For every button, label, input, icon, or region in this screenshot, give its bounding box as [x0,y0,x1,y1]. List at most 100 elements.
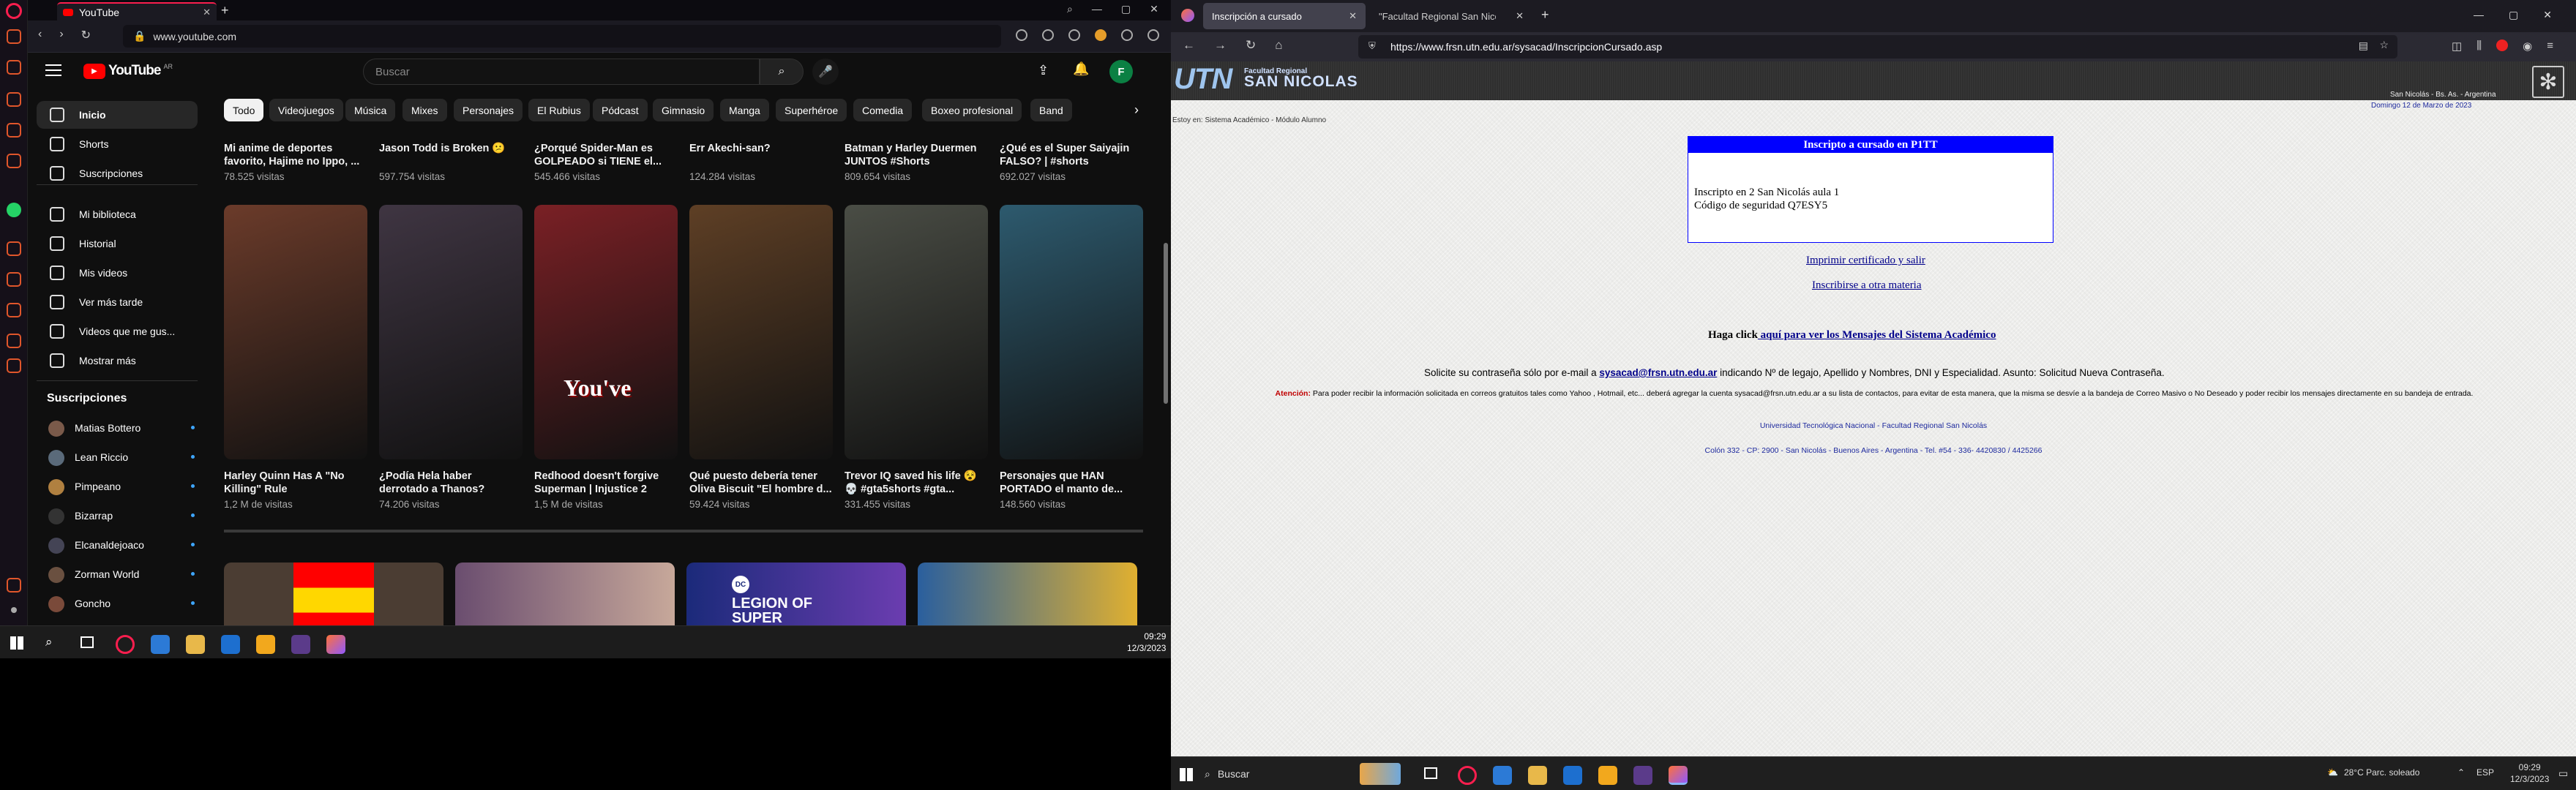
short-thumbnail[interactable] [1000,205,1143,459]
search-input[interactable]: Buscar [363,59,760,85]
sidebar-item[interactable]: Suscripciones [37,159,198,187]
video-title[interactable]: Jason Todd is Broken 😕 [379,142,523,168]
widgets-icon[interactable] [1360,763,1401,785]
whatsapp-icon[interactable] [7,203,21,217]
windows-start-icon[interactable] [10,636,23,650]
reload-icon[interactable]: ↻ [81,28,91,42]
video-title[interactable]: Personajes que HAN PORTADO el manto de..… [1000,470,1143,496]
short-card[interactable]: Trevor IQ saved his life 😵 💀 #gta5shorts… [845,205,988,510]
more-icon[interactable] [11,607,17,613]
video-title[interactable]: ¿Podía Hela haber derrotado a Thanos? [379,470,523,496]
sidebar-item[interactable]: Videos que me gus... [37,317,198,345]
clock[interactable]: 09:29 12/3/2023 [2510,761,2549,785]
taskbar-search[interactable]: ⌕ Buscar [1205,764,1351,784]
visual-studio-icon[interactable] [291,635,310,654]
extension-icon[interactable] [1095,29,1107,41]
enroll-other-link[interactable]: Inscribirse a otra materia [1812,279,1922,292]
subscription-item[interactable]: Zorman World [37,560,198,588]
subscription-item[interactable]: Elcanaldejoaco [37,531,198,559]
player-icon[interactable] [7,241,21,256]
video-title[interactable]: Qué puesto debería tener Oliva Biscuit "… [689,470,833,496]
short-card[interactable]: You've Redhood doesn't forgive Superman |… [534,205,678,510]
firefox-view-icon[interactable] [1181,9,1194,22]
short-card[interactable]: Batman y Harley Duermen JUNTOS #Shorts 80… [845,142,988,182]
address-bar[interactable]: ⛨ https://www.frsn.utn.edu.ar/sysacad/In… [1358,35,2397,59]
minimize-icon[interactable]: — [2474,9,2484,21]
filter-chip[interactable]: Pódcast [593,99,648,121]
extensions-icon[interactable] [7,334,21,348]
windows-start-icon[interactable] [1180,768,1193,781]
filter-chip[interactable]: Todo [224,99,264,121]
close-tab-icon[interactable]: ✕ [1516,10,1524,22]
tray-overflow-icon[interactable]: ⌃ [2457,767,2465,778]
store-icon[interactable] [256,635,275,654]
mail-icon[interactable] [221,635,240,654]
sidebar-item[interactable]: Inicio [37,101,198,129]
utn-logo[interactable]: UTN [1174,63,1232,96]
twitch-icon[interactable] [7,60,21,75]
voice-search-button[interactable]: 🎤 [812,59,839,85]
sidebar-item[interactable]: Mostrar más [37,347,198,375]
video-title[interactable]: Err Akechi-san? [689,142,833,168]
input-language[interactable]: ESP [2476,767,2494,778]
filter-chip[interactable]: Superhéroe [776,99,847,121]
twitter-icon[interactable] [7,154,21,168]
short-thumbnail[interactable] [379,205,523,459]
short-card[interactable]: Err Akechi-san? 124.284 visitas [689,142,833,182]
maximize-icon[interactable]: ▢ [1121,3,1131,15]
task-view-icon[interactable] [80,636,94,648]
video-title[interactable]: Mi anime de deportes favorito, Hajime no… [224,142,367,168]
filter-chip[interactable]: Mixes [402,99,447,121]
search-icon[interactable]: ⌕ [45,635,53,650]
filter-chip[interactable]: Manga [720,99,769,121]
hamburger-menu-icon[interactable] [45,64,61,76]
short-thumbnail[interactable] [689,205,833,459]
close-tab-icon[interactable]: ✕ [1349,10,1357,22]
wallet-icon[interactable] [1042,29,1054,41]
close-window-icon[interactable]: ✕ [2543,9,2552,21]
tab-inscripcion[interactable]: Inscripción a cursado ✕ [1203,3,1366,29]
scrollbar[interactable] [1164,243,1168,404]
short-thumbnail[interactable] [845,205,988,459]
filter-chip[interactable]: Boxeo profesional [922,99,1022,121]
short-card[interactable]: Personajes que HAN PORTADO el manto de..… [1000,205,1143,510]
settings-icon[interactable] [7,358,21,373]
sidebar-item[interactable]: Mi biblioteca [37,200,198,228]
maximize-icon[interactable]: ▢ [2509,9,2518,21]
file-explorer-icon[interactable] [1528,766,1547,785]
subscription-item[interactable]: Bizarrap [37,502,198,530]
short-card[interactable]: ¿Porqué Spider-Man es GOLPEADO si TIENE … [534,142,678,182]
video-title[interactable]: Redhood doesn't forgive Superman | Injus… [534,470,678,496]
visual-studio-icon[interactable] [1633,766,1652,785]
video-title[interactable]: Batman y Harley Duermen JUNTOS #Shorts [845,142,988,168]
avatar[interactable]: F [1109,60,1133,83]
address-bar[interactable]: 🔒 www.youtube.com [123,25,1001,48]
video-title[interactable]: ¿Porqué Spider-Man es GOLPEADO si TIENE … [534,142,678,168]
filter-chip[interactable]: Videojuegos [269,99,343,121]
tab-facultad[interactable]: "Facultad Regional San Nicolás - Ur ✕ [1370,3,1532,29]
video-title[interactable]: Trevor IQ saved his life 😵 💀 #gta5shorts… [845,470,988,496]
short-card[interactable]: Qué puesto debería tener Oliva Biscuit "… [689,205,833,510]
reader-view-icon[interactable]: ▤ [2359,40,2368,52]
heart-icon[interactable] [1121,29,1133,41]
filter-chip[interactable]: Música [345,99,396,121]
opera-logo-icon[interactable] [6,3,22,19]
video-title[interactable]: ¿Qué es el Super Saiyajin FALSO? | #shor… [1000,142,1143,168]
store-icon[interactable] [1598,766,1617,785]
subscription-item[interactable]: Matias Bottero [37,414,198,442]
opera-gx-taskbar-icon[interactable] [1458,766,1477,785]
firefox-taskbar-icon[interactable] [1669,766,1688,785]
search-tabs-icon[interactable]: ⌕ [1067,3,1073,15]
filter-chip[interactable]: Band [1030,99,1072,121]
notifications-icon[interactable]: 🔔 [1073,61,1089,77]
vscode-icon[interactable] [1493,766,1512,785]
clock[interactable]: 09:29 12/3/2023 [1127,631,1166,654]
create-icon[interactable]: ⇪ [1038,63,1049,78]
back-icon[interactable]: ‹ [38,28,42,42]
firefox-taskbar-icon[interactable] [326,635,345,654]
minimize-icon[interactable]: — [1092,3,1102,15]
short-card[interactable]: Jason Todd is Broken 😕 597.754 visitas [379,142,523,182]
short-card[interactable]: ¿Podía Hela haber derrotado a Thanos? 74.… [379,205,523,510]
short-thumbnail[interactable]: You've [534,205,678,459]
opera-gx-taskbar-icon[interactable] [116,635,135,654]
